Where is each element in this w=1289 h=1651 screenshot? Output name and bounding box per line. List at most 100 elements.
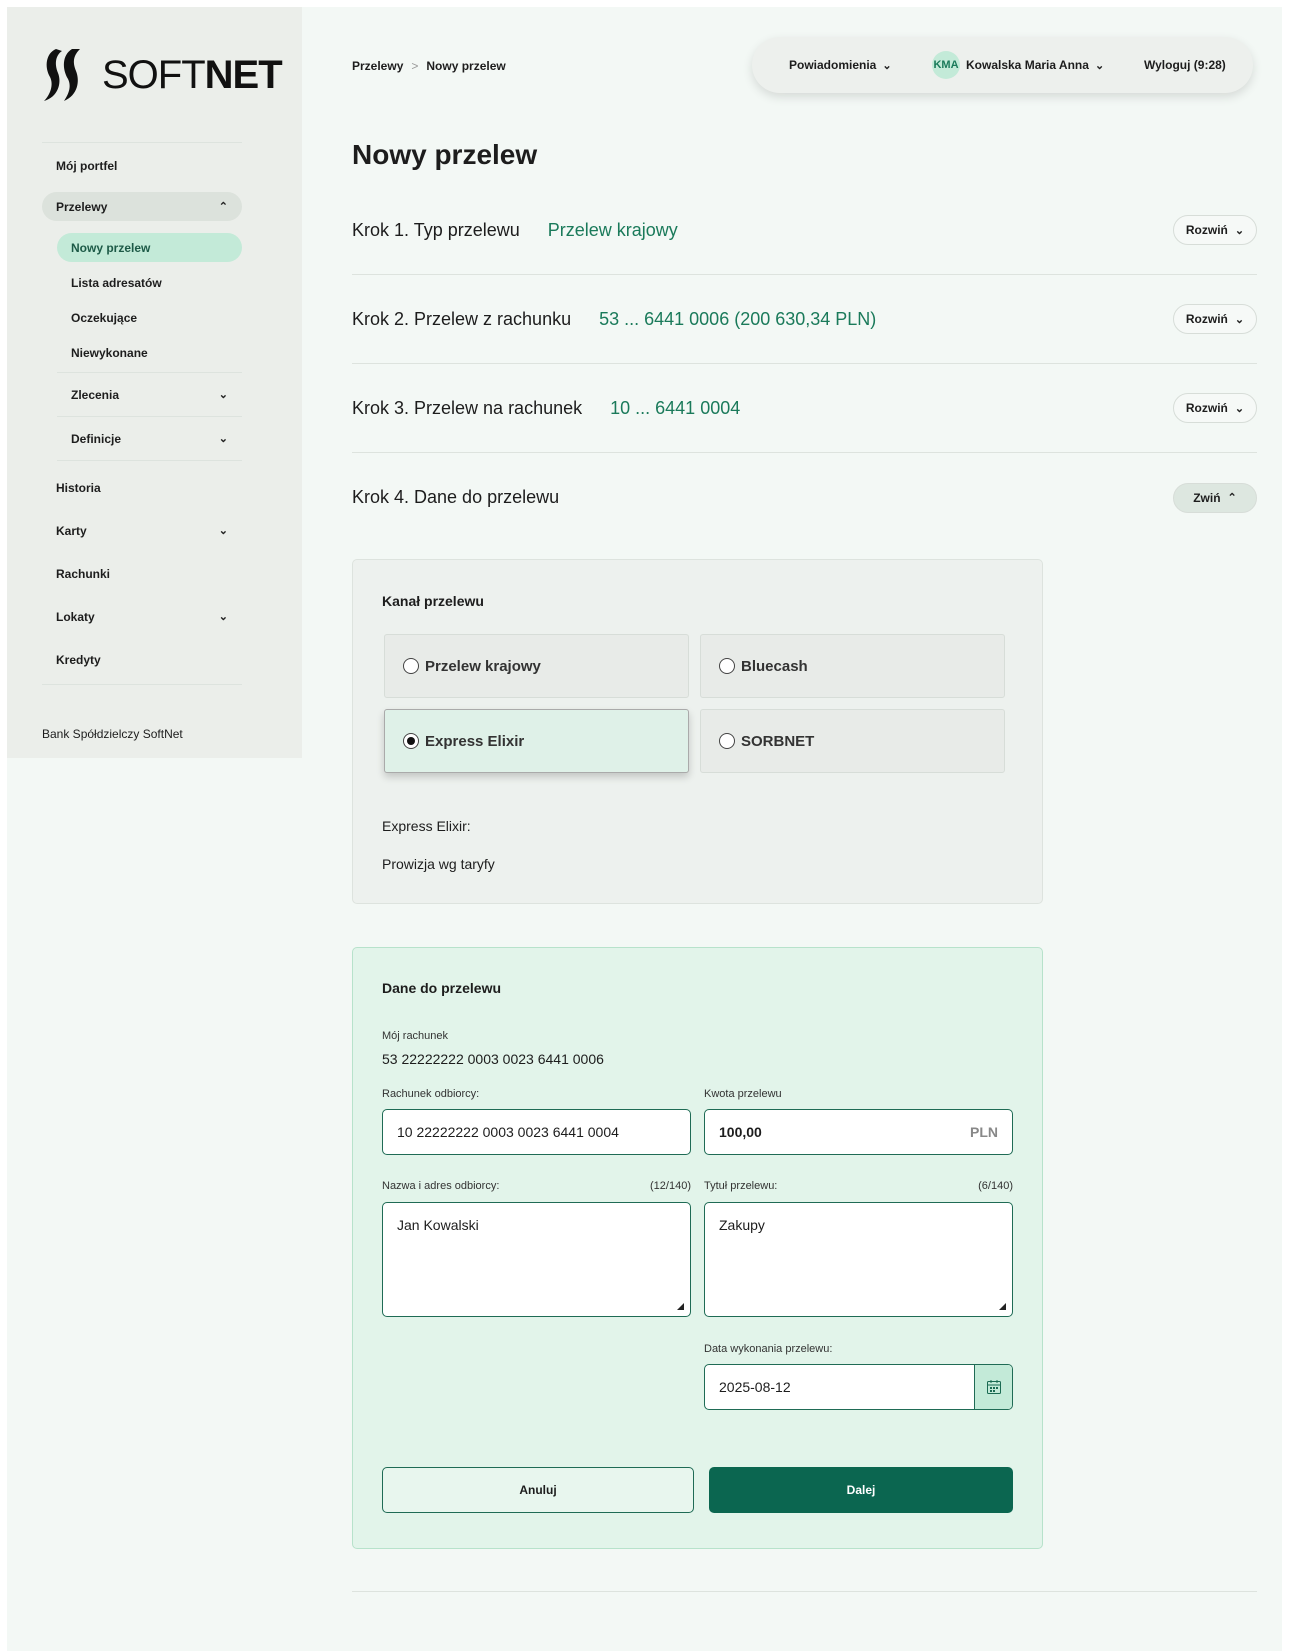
chevron-down-icon: ⌄ (1234, 224, 1245, 237)
sidebar-item-lokaty[interactable]: Lokaty ⌄ (42, 602, 242, 631)
sidebar-item-moj-portfel[interactable]: Mój portfel (42, 151, 242, 180)
channel-option-sorbnet[interactable]: SORBNET (700, 709, 1005, 773)
recipient-name-textarea[interactable]: Jan Kowalski (382, 1202, 691, 1317)
chevron-down-icon: ⌄ (218, 611, 228, 623)
breadcrumb: Przelewy > Nowy przelew (352, 59, 506, 73)
channel-option-express-elixir[interactable]: Express Elixir (384, 709, 689, 773)
resize-handle-icon[interactable] (999, 1303, 1006, 1310)
sidebar-subitem-nowy-przelew[interactable]: Nowy przelew (57, 233, 242, 262)
chevron-up-icon: ⌃ (1227, 492, 1237, 504)
radio-icon (719, 733, 735, 749)
expand-button[interactable]: Rozwiń ⌄ (1173, 215, 1257, 245)
sidebar-subitem-niewykonane[interactable]: Niewykonane (57, 338, 242, 367)
collapse-button[interactable]: Zwiń ⌃ (1173, 482, 1257, 513)
logo-text-light: SOFT (102, 52, 206, 97)
amount-input[interactable]: 100,00 PLN (704, 1109, 1013, 1155)
sidebar-group-label: Zlecenia (71, 387, 120, 402)
amount-value: 100,00 (719, 1124, 762, 1140)
radio-icon (719, 658, 735, 674)
sidebar-subitem-oczekujace[interactable]: Oczekujące (57, 303, 242, 332)
page-bottom-divider (352, 1591, 1257, 1592)
option-label: Express Elixir (425, 732, 525, 750)
sidebar-subitem-label: Nowy przelew (71, 240, 151, 255)
notifications-label: Powiadomienia (789, 58, 877, 72)
recipient-name-value: Jan Kowalski (397, 1217, 479, 1233)
channel-option-przelew-krajowy[interactable]: Przelew krajowy (384, 634, 689, 698)
sidebar-nav: Mój portfel Przelewy ⌃ Nowy przelew Lista… (42, 142, 242, 685)
sidebar-item-przelewy[interactable]: Przelewy ⌃ (42, 192, 242, 221)
option-label: Przelew krajowy (425, 657, 541, 675)
transfer-title-textarea[interactable]: Zakupy (704, 1202, 1013, 1317)
chevron-down-icon: ⌄ (218, 389, 228, 401)
step-title: Krok 3. Przelew na rachunek (352, 397, 583, 418)
radio-selected-icon (403, 733, 419, 749)
channel-option-bluecash[interactable]: Bluecash (700, 634, 1005, 698)
step-value: Przelew krajowy (547, 219, 678, 240)
expand-button[interactable]: Rozwiń ⌄ (1173, 393, 1257, 423)
user-name: Kowalska Maria Anna (966, 58, 1089, 72)
step-3: Krok 3. Przelew na rachunek 10 ... 6441 … (352, 364, 1257, 453)
logo[interactable]: SOFTNET (42, 47, 283, 103)
sidebar-item-historia[interactable]: Historia (42, 473, 242, 502)
radio-icon (403, 658, 419, 674)
date-input[interactable]: 2025-08-12 (704, 1364, 1013, 1410)
next-button[interactable]: Dalej (709, 1467, 1013, 1513)
title-label: Tytuł przelewu: (704, 1180, 778, 1192)
title-counter: (6/140) (978, 1180, 1013, 1192)
step-value: 53 ... 6441 0006 (200 630,34 PLN) (599, 308, 877, 329)
channel-info-text: Prowizja wg taryfy (382, 856, 495, 872)
sidebar-item-label: Mój portfel (56, 158, 118, 173)
chevron-down-icon: ⌄ (218, 525, 228, 537)
logo-wordmark: SOFTNET (102, 52, 283, 98)
sidebar-item-label: Przelewy (56, 199, 108, 214)
breadcrumb-current: Nowy przelew (426, 59, 506, 73)
expand-label: Rozwiń (1185, 223, 1228, 237)
avatar: KMA (932, 51, 960, 79)
breadcrumb-parent[interactable]: Przelewy (352, 59, 403, 73)
chevron-down-icon: ⌄ (218, 433, 228, 445)
sidebar-group-zlecenia[interactable]: Zlecenia ⌄ (57, 373, 242, 417)
step-4: Krok 4. Dane do przelewu Zwiń ⌃ (352, 453, 1257, 542)
sidebar-item-rachunki[interactable]: Rachunki (42, 559, 242, 588)
transfer-data-heading: Dane do przelewu (382, 980, 502, 996)
page-title: Nowy przelew (352, 139, 538, 170)
sidebar-subitem-label: Niewykonane (71, 345, 148, 360)
my-account-label: Mój rachunek (382, 1030, 449, 1042)
user-menu[interactable]: KMA Kowalska Maria Anna ⌄ (932, 51, 1104, 79)
sidebar-item-label: Kredyty (56, 652, 101, 667)
step-title: Krok 4. Dane do przelewu (352, 487, 560, 507)
sidebar-group-definicje[interactable]: Definicje ⌄ (57, 417, 242, 461)
sidebar-item-kredyty[interactable]: Kredyty (42, 645, 242, 674)
channel-heading: Kanał przelewu (382, 593, 484, 609)
recipient-account-input[interactable]: 10 22222222 0003 0023 6441 0004 (382, 1109, 691, 1155)
step-title: Krok 1. Typ przelewu (352, 219, 520, 240)
logout-button[interactable]: Wyloguj (9:28) (1144, 58, 1226, 72)
recipient-account-label: Rachunek odbiorcy: (382, 1088, 480, 1100)
option-label: Bluecash (741, 657, 808, 675)
chevron-down-icon: ⌄ (1234, 402, 1245, 415)
sidebar-item-karty[interactable]: Karty ⌄ (42, 516, 242, 545)
sidebar-item-label: Karty (56, 523, 87, 538)
currency-label: PLN (970, 1124, 998, 1140)
chevron-down-icon: ⌄ (1094, 59, 1105, 72)
recipient-account-value: 10 22222222 0003 0023 6441 0004 (397, 1124, 619, 1140)
logo-text-bold: NET (204, 52, 283, 97)
resize-handle-icon[interactable] (677, 1303, 684, 1310)
sidebar-subitem-lista-adresatow[interactable]: Lista adresatów (57, 268, 242, 297)
transfer-data-panel: Dane do przelewu Mój rachunek 53 2222222… (352, 947, 1043, 1549)
breadcrumb-separator-icon: > (411, 59, 419, 73)
bank-name-footer: Bank Spółdzielczy SoftNet (42, 727, 183, 741)
transfer-title-value: Zakupy (719, 1217, 765, 1233)
notifications-menu[interactable]: Powiadomienia ⌄ (789, 58, 892, 72)
sidebar-subitem-label: Oczekujące (71, 310, 138, 325)
sidebar-item-label: Rachunki (56, 566, 111, 581)
chevron-up-icon: ⌃ (218, 201, 228, 213)
expand-label: Rozwiń (1185, 401, 1228, 415)
sidebar: SOFTNET Mój portfel Przelewy ⌃ Nowy przel… (7, 7, 302, 758)
option-label: SORBNET (741, 732, 815, 750)
expand-button[interactable]: Rozwiń ⌄ (1173, 304, 1257, 334)
calendar-icon[interactable] (974, 1365, 1012, 1409)
date-label: Data wykonania przelewu: (704, 1343, 833, 1355)
cancel-button[interactable]: Anuluj (382, 1467, 694, 1513)
step-title: Krok 2. Przelew z rachunku (352, 308, 572, 329)
